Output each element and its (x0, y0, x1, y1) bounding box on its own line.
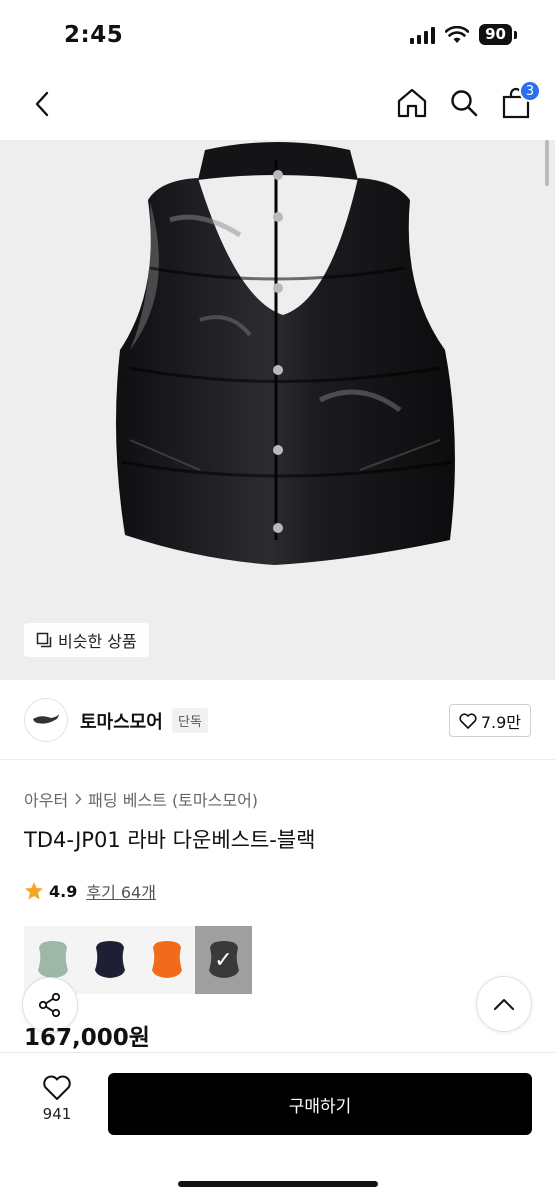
home-indicator (178, 1181, 378, 1187)
share-icon (38, 992, 61, 1018)
bottom-action-bar: 941 구매하기 (0, 1052, 555, 1200)
similar-products-label: 비슷한 상품 (58, 632, 137, 651)
heart-icon (43, 1075, 71, 1100)
scroll-top-button[interactable] (476, 976, 532, 1032)
brand-like-button[interactable]: 7.9만 (448, 704, 531, 737)
status-icons: 90 (410, 24, 517, 45)
vest-illustration (116, 142, 455, 565)
search-button[interactable] (445, 84, 483, 122)
battery-level: 90 (479, 24, 512, 45)
swatch-orange[interactable] (138, 926, 195, 994)
scroll-indicator (545, 140, 549, 186)
reviews-link[interactable]: 후기 64개 (86, 879, 156, 903)
brand-row: 토마스모어 단독 7.9만 (0, 680, 555, 760)
brand-like-count: 7.9만 (480, 712, 521, 732)
breadcrumb-subcategory[interactable]: 패딩 베스트 (토마스모어) (88, 787, 258, 811)
star-icon (25, 882, 43, 900)
rating-value: 4.9 (49, 881, 78, 901)
similar-products-button[interactable]: 비슷한 상품 (24, 623, 149, 657)
swatch-black[interactable]: ✓ (195, 926, 252, 994)
brand-name[interactable]: 토마스모어 (80, 708, 163, 734)
signal-icon (410, 26, 436, 44)
home-icon (397, 88, 427, 118)
breadcrumb: 아우터 패딩 베스트 (토마스모어) (24, 787, 258, 811)
chevron-left-icon (35, 91, 49, 117)
whale-logo-icon (33, 714, 59, 724)
status-time: 2:45 (64, 22, 124, 48)
search-icon (451, 90, 478, 117)
swatch-navy[interactable] (81, 926, 138, 994)
product-price: 167,000원 (24, 1025, 150, 1051)
home-button[interactable] (393, 84, 431, 122)
chevron-right-icon (75, 793, 82, 805)
status-bar: 2:45 90 (0, 0, 555, 72)
chevron-up-icon (494, 999, 514, 1010)
wishlist-button[interactable]: 941 (22, 1075, 92, 1133)
check-icon: ✓ (214, 947, 233, 973)
vest-thumbnail-icon (151, 941, 182, 978)
exclusive-badge: 단독 (172, 708, 208, 733)
back-button[interactable] (24, 86, 60, 122)
product-title: TD4-JP01 라바 다운베스트-블랙 (24, 828, 316, 852)
cart-count-badge: 3 (519, 80, 541, 102)
battery-icon: 90 (479, 24, 517, 45)
vest-thumbnail-icon (37, 941, 68, 978)
product-image[interactable]: 비슷한 상품 (0, 140, 555, 680)
buy-button[interactable]: 구매하기 (108, 1073, 532, 1135)
copy-icon (36, 632, 52, 648)
cart-button[interactable]: 3 (497, 80, 541, 122)
wifi-icon (445, 25, 470, 43)
vest-thumbnail-icon (94, 941, 125, 978)
wishlist-count: 941 (42, 1105, 72, 1123)
top-nav: 3 (0, 72, 555, 140)
rating-row: 4.9 후기 64개 (24, 879, 156, 903)
breadcrumb-category[interactable]: 아우터 (24, 787, 68, 811)
brand-logo[interactable] (24, 698, 68, 742)
heart-icon (459, 712, 477, 729)
